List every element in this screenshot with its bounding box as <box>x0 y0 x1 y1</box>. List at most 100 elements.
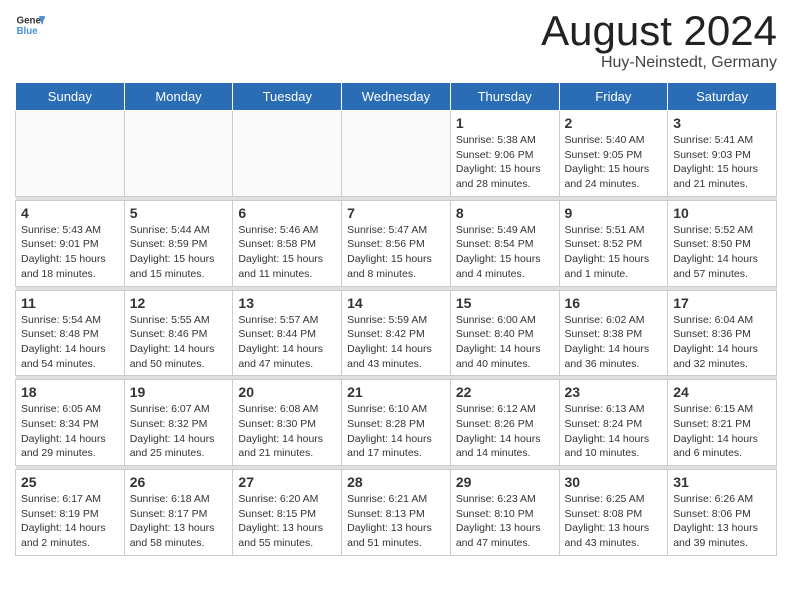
page-header: General Blue August 2024 Huy-Neinstedt, … <box>15 10 777 72</box>
day-number: 23 <box>565 384 663 400</box>
col-monday: Monday <box>124 83 233 111</box>
calendar-cell: 4 Sunrise: 5:43 AM Sunset: 9:01 PM Daylig… <box>16 200 125 286</box>
calendar-cell: 21Sunrise: 6:10 AM Sunset: 8:28 PM Dayli… <box>342 380 451 466</box>
calendar-cell: 12Sunrise: 5:55 AM Sunset: 8:46 PM Dayli… <box>124 290 233 376</box>
day-number: 11 <box>21 295 119 311</box>
calendar-cell: 13 Sunrise: 5:57 AM Sunset: 8:44 PM Dayli… <box>233 290 342 376</box>
day-number: 27 <box>238 474 336 490</box>
location: Huy-Neinstedt, Germany <box>541 54 777 72</box>
day-number: 31 <box>673 474 771 490</box>
logo-icon: General Blue <box>15 10 45 40</box>
day-number: 30 <box>565 474 663 490</box>
day-info: Sunrise: 5:52 AM Sunset: 8:50 PM Dayligh… <box>673 223 771 282</box>
day-info: Sunrise: 5:40 AM Sunset: 9:05 PM Dayligh… <box>565 133 663 192</box>
day-number: 18 <box>21 384 119 400</box>
calendar-cell: 17 Sunrise: 6:04 AM Sunset: 8:36 PM Dayli… <box>668 290 777 376</box>
calendar-cell: 25 Sunrise: 6:17 AM Sunset: 8:19 PM Dayli… <box>16 470 125 556</box>
calendar-week-4: 18 Sunrise: 6:05 AM Sunset: 8:34 PM Dayli… <box>16 380 777 466</box>
svg-text:Blue: Blue <box>17 26 39 37</box>
day-number: 13 <box>238 295 336 311</box>
day-number: 28 <box>347 474 445 490</box>
calendar-cell: 15Sunrise: 6:00 AM Sunset: 8:40 PM Dayli… <box>450 290 559 376</box>
day-info: Sunrise: 5:44 AM Sunset: 8:59 PM Dayligh… <box>130 223 228 282</box>
day-info: Sunrise: 6:21 AM Sunset: 8:13 PM Dayligh… <box>347 492 445 551</box>
calendar-cell <box>124 111 233 197</box>
calendar-cell: 6Sunrise: 5:46 AM Sunset: 8:58 PM Daylig… <box>233 200 342 286</box>
calendar-cell: 20 Sunrise: 6:08 AM Sunset: 8:30 PM Dayli… <box>233 380 342 466</box>
calendar-cell: 24Sunrise: 6:15 AM Sunset: 8:21 PM Dayli… <box>668 380 777 466</box>
logo: General Blue <box>15 10 47 40</box>
title-block: August 2024 Huy-Neinstedt, Germany <box>541 10 777 72</box>
day-info: Sunrise: 6:17 AM Sunset: 8:19 PM Dayligh… <box>21 492 119 551</box>
calendar-cell: 30Sunrise: 6:25 AM Sunset: 8:08 PM Dayli… <box>559 470 668 556</box>
calendar-cell: 9 Sunrise: 5:51 AM Sunset: 8:52 PM Daylig… <box>559 200 668 286</box>
calendar-week-5: 25 Sunrise: 6:17 AM Sunset: 8:19 PM Dayli… <box>16 470 777 556</box>
calendar-cell: 3 Sunrise: 5:41 AM Sunset: 9:03 PM Daylig… <box>668 111 777 197</box>
page-container: General Blue August 2024 Huy-Neinstedt, … <box>0 0 792 566</box>
day-number: 26 <box>130 474 228 490</box>
calendar-table: Sunday Monday Tuesday Wednesday Thursday… <box>15 82 777 556</box>
day-number: 3 <box>673 115 771 131</box>
calendar-cell: 23 Sunrise: 6:13 AM Sunset: 8:24 PM Dayli… <box>559 380 668 466</box>
month-title: August 2024 <box>541 10 777 52</box>
calendar-cell: 28 Sunrise: 6:21 AM Sunset: 8:13 PM Dayli… <box>342 470 451 556</box>
day-number: 25 <box>21 474 119 490</box>
col-sunday: Sunday <box>16 83 125 111</box>
calendar-cell: 10Sunrise: 5:52 AM Sunset: 8:50 PM Dayli… <box>668 200 777 286</box>
col-tuesday: Tuesday <box>233 83 342 111</box>
day-info: Sunrise: 6:13 AM Sunset: 8:24 PM Dayligh… <box>565 402 663 461</box>
col-thursday: Thursday <box>450 83 559 111</box>
calendar-cell: 29 Sunrise: 6:23 AM Sunset: 8:10 PM Dayli… <box>450 470 559 556</box>
day-number: 2 <box>565 115 663 131</box>
day-number: 19 <box>130 384 228 400</box>
day-info: Sunrise: 6:12 AM Sunset: 8:26 PM Dayligh… <box>456 402 554 461</box>
day-info: Sunrise: 6:18 AM Sunset: 8:17 PM Dayligh… <box>130 492 228 551</box>
calendar-week-3: 11 Sunrise: 5:54 AM Sunset: 8:48 PM Dayli… <box>16 290 777 376</box>
day-number: 1 <box>456 115 554 131</box>
day-number: 29 <box>456 474 554 490</box>
calendar-cell <box>16 111 125 197</box>
calendar-week-1: 1Sunrise: 5:38 AM Sunset: 9:06 PM Daylig… <box>16 111 777 197</box>
day-info: Sunrise: 6:20 AM Sunset: 8:15 PM Dayligh… <box>238 492 336 551</box>
calendar-cell: 22 Sunrise: 6:12 AM Sunset: 8:26 PM Dayli… <box>450 380 559 466</box>
day-number: 7 <box>347 205 445 221</box>
calendar-cell: 1Sunrise: 5:38 AM Sunset: 9:06 PM Daylig… <box>450 111 559 197</box>
calendar-week-2: 4 Sunrise: 5:43 AM Sunset: 9:01 PM Daylig… <box>16 200 777 286</box>
day-info: Sunrise: 6:07 AM Sunset: 8:32 PM Dayligh… <box>130 402 228 461</box>
day-info: Sunrise: 5:43 AM Sunset: 9:01 PM Dayligh… <box>21 223 119 282</box>
day-number: 12 <box>130 295 228 311</box>
col-friday: Friday <box>559 83 668 111</box>
day-info: Sunrise: 6:04 AM Sunset: 8:36 PM Dayligh… <box>673 313 771 372</box>
day-info: Sunrise: 5:46 AM Sunset: 8:58 PM Dayligh… <box>238 223 336 282</box>
day-info: Sunrise: 5:54 AM Sunset: 8:48 PM Dayligh… <box>21 313 119 372</box>
calendar-cell: 14Sunrise: 5:59 AM Sunset: 8:42 PM Dayli… <box>342 290 451 376</box>
day-number: 4 <box>21 205 119 221</box>
calendar-cell: 8 Sunrise: 5:49 AM Sunset: 8:54 PM Daylig… <box>450 200 559 286</box>
day-info: Sunrise: 5:59 AM Sunset: 8:42 PM Dayligh… <box>347 313 445 372</box>
day-number: 24 <box>673 384 771 400</box>
day-number: 17 <box>673 295 771 311</box>
calendar-cell: 7Sunrise: 5:47 AM Sunset: 8:56 PM Daylig… <box>342 200 451 286</box>
day-info: Sunrise: 5:51 AM Sunset: 8:52 PM Dayligh… <box>565 223 663 282</box>
day-info: Sunrise: 5:41 AM Sunset: 9:03 PM Dayligh… <box>673 133 771 192</box>
calendar-cell: 16Sunrise: 6:02 AM Sunset: 8:38 PM Dayli… <box>559 290 668 376</box>
day-info: Sunrise: 5:57 AM Sunset: 8:44 PM Dayligh… <box>238 313 336 372</box>
day-number: 15 <box>456 295 554 311</box>
day-number: 16 <box>565 295 663 311</box>
day-number: 20 <box>238 384 336 400</box>
day-info: Sunrise: 6:23 AM Sunset: 8:10 PM Dayligh… <box>456 492 554 551</box>
col-wednesday: Wednesday <box>342 83 451 111</box>
calendar-cell: 26 Sunrise: 6:18 AM Sunset: 8:17 PM Dayli… <box>124 470 233 556</box>
day-number: 5 <box>130 205 228 221</box>
calendar-cell <box>233 111 342 197</box>
day-info: Sunrise: 6:05 AM Sunset: 8:34 PM Dayligh… <box>21 402 119 461</box>
day-info: Sunrise: 6:08 AM Sunset: 8:30 PM Dayligh… <box>238 402 336 461</box>
day-number: 22 <box>456 384 554 400</box>
calendar-cell: 31Sunrise: 6:26 AM Sunset: 8:06 PM Dayli… <box>668 470 777 556</box>
col-saturday: Saturday <box>668 83 777 111</box>
day-info: Sunrise: 5:49 AM Sunset: 8:54 PM Dayligh… <box>456 223 554 282</box>
calendar-cell: 27 Sunrise: 6:20 AM Sunset: 8:15 PM Dayli… <box>233 470 342 556</box>
day-number: 8 <box>456 205 554 221</box>
day-number: 9 <box>565 205 663 221</box>
calendar-body: 1Sunrise: 5:38 AM Sunset: 9:06 PM Daylig… <box>16 111 777 556</box>
